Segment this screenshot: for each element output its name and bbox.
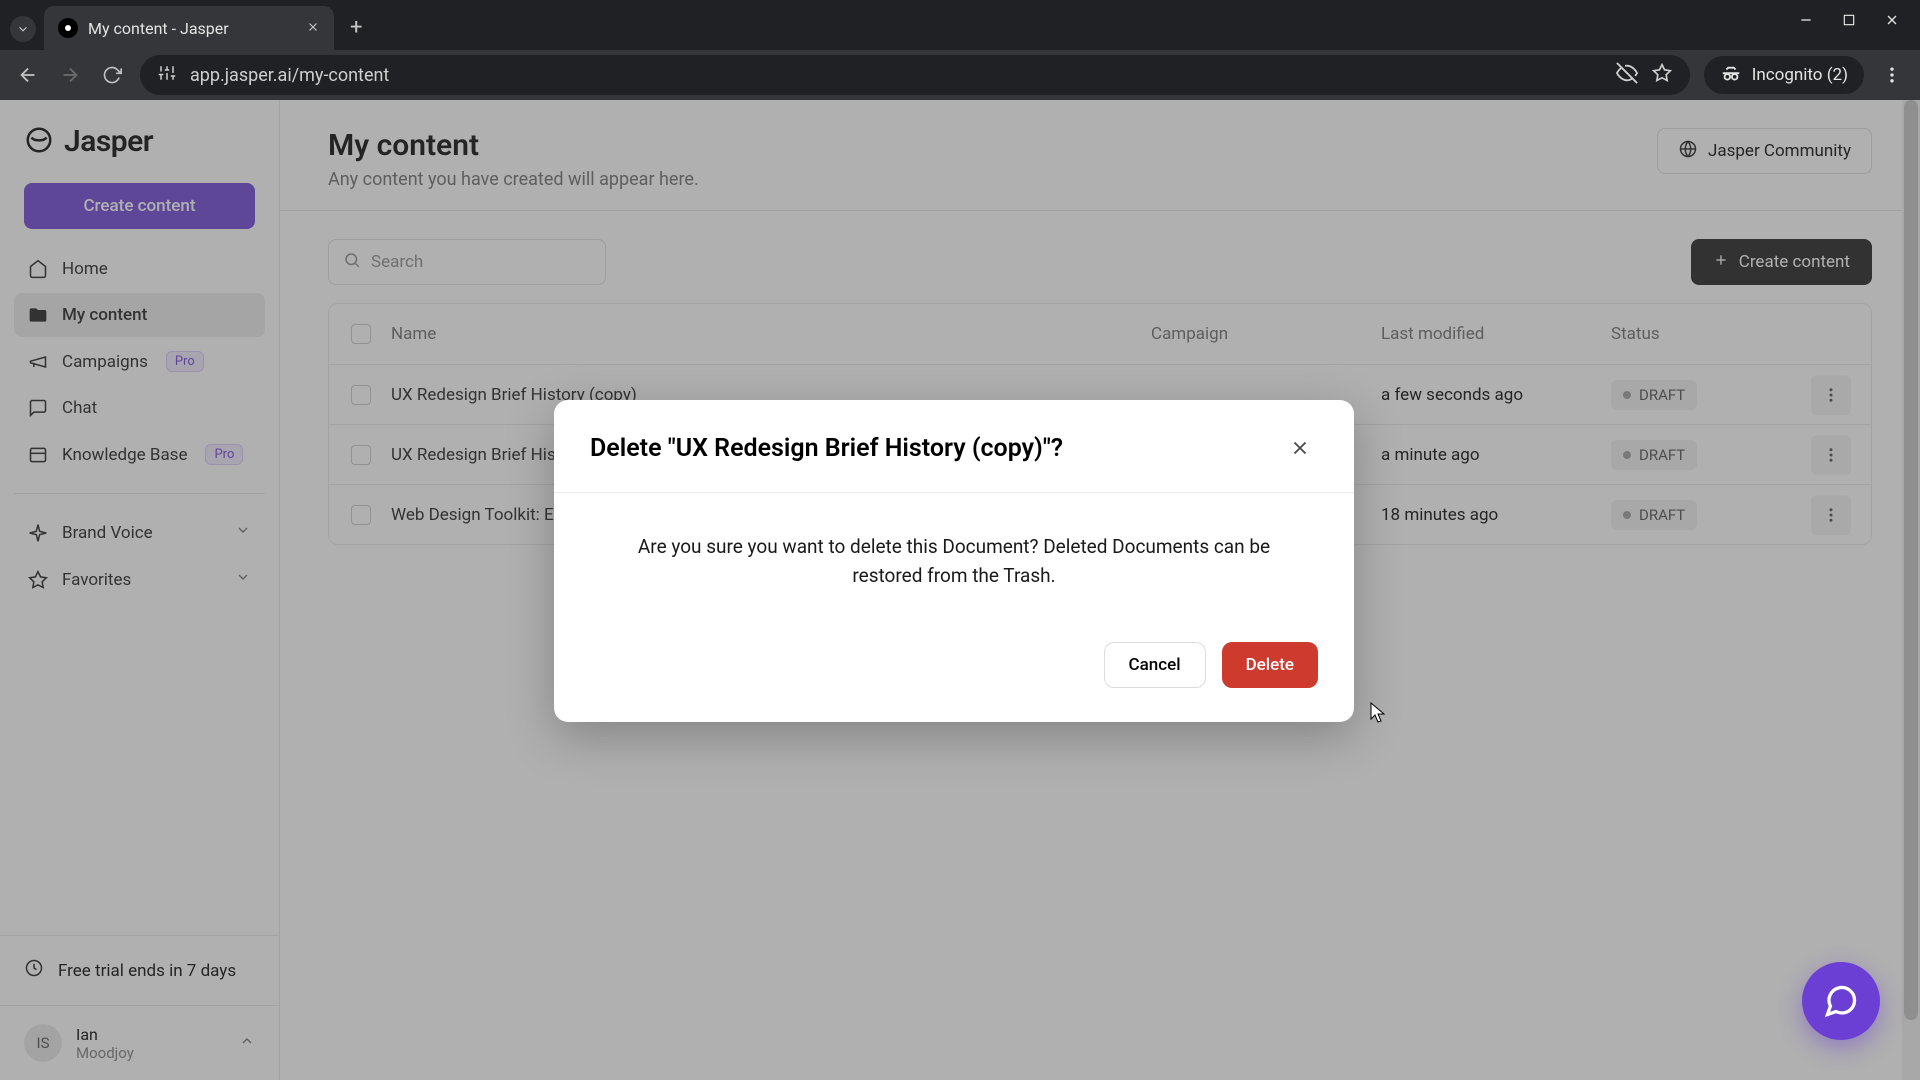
- minimize-button[interactable]: [1798, 12, 1814, 32]
- forward-button[interactable]: [56, 61, 84, 89]
- tab-close-button[interactable]: [306, 19, 320, 38]
- tab-favicon: [58, 18, 78, 38]
- browser-tab[interactable]: My content - Jasper: [44, 6, 334, 50]
- browser-menu-button[interactable]: [1878, 61, 1906, 89]
- address-bar[interactable]: app.jasper.ai/my-content: [140, 55, 1690, 95]
- browser-tab-strip: My content - Jasper +: [0, 0, 1920, 50]
- incognito-label: Incognito (2): [1752, 65, 1848, 85]
- modal-close-button[interactable]: [1282, 430, 1318, 466]
- incognito-indicator[interactable]: Incognito (2): [1704, 56, 1864, 94]
- maximize-button[interactable]: [1842, 12, 1856, 32]
- close-window-button[interactable]: [1884, 12, 1900, 32]
- cancel-button[interactable]: Cancel: [1104, 642, 1206, 688]
- url-text: app.jasper.ai/my-content: [190, 65, 389, 86]
- modal-body-text: Are you sure you want to delete this Doc…: [554, 493, 1354, 620]
- site-settings-icon[interactable]: [158, 64, 176, 87]
- window-controls: [1798, 12, 1910, 50]
- delete-confirm-dialog: Delete "UX Redesign Brief History (copy)…: [554, 400, 1354, 722]
- modal-title: Delete "UX Redesign Brief History (copy)…: [590, 434, 1063, 463]
- app-viewport: Jasper Create content Home My content Ca…: [0, 100, 1920, 1080]
- bookmark-icon[interactable]: [1652, 63, 1672, 88]
- delete-button[interactable]: Delete: [1222, 642, 1318, 688]
- mouse-cursor: [1370, 702, 1386, 724]
- reload-button[interactable]: [98, 61, 126, 89]
- tab-title: My content - Jasper: [88, 19, 296, 38]
- incognito-eye-icon[interactable]: [1616, 62, 1638, 89]
- browser-toolbar: app.jasper.ai/my-content Incognito (2): [0, 50, 1920, 100]
- new-tab-button[interactable]: +: [350, 15, 362, 40]
- back-button[interactable]: [14, 61, 42, 89]
- tab-search-button[interactable]: [10, 16, 36, 42]
- chat-fab[interactable]: [1802, 962, 1880, 1040]
